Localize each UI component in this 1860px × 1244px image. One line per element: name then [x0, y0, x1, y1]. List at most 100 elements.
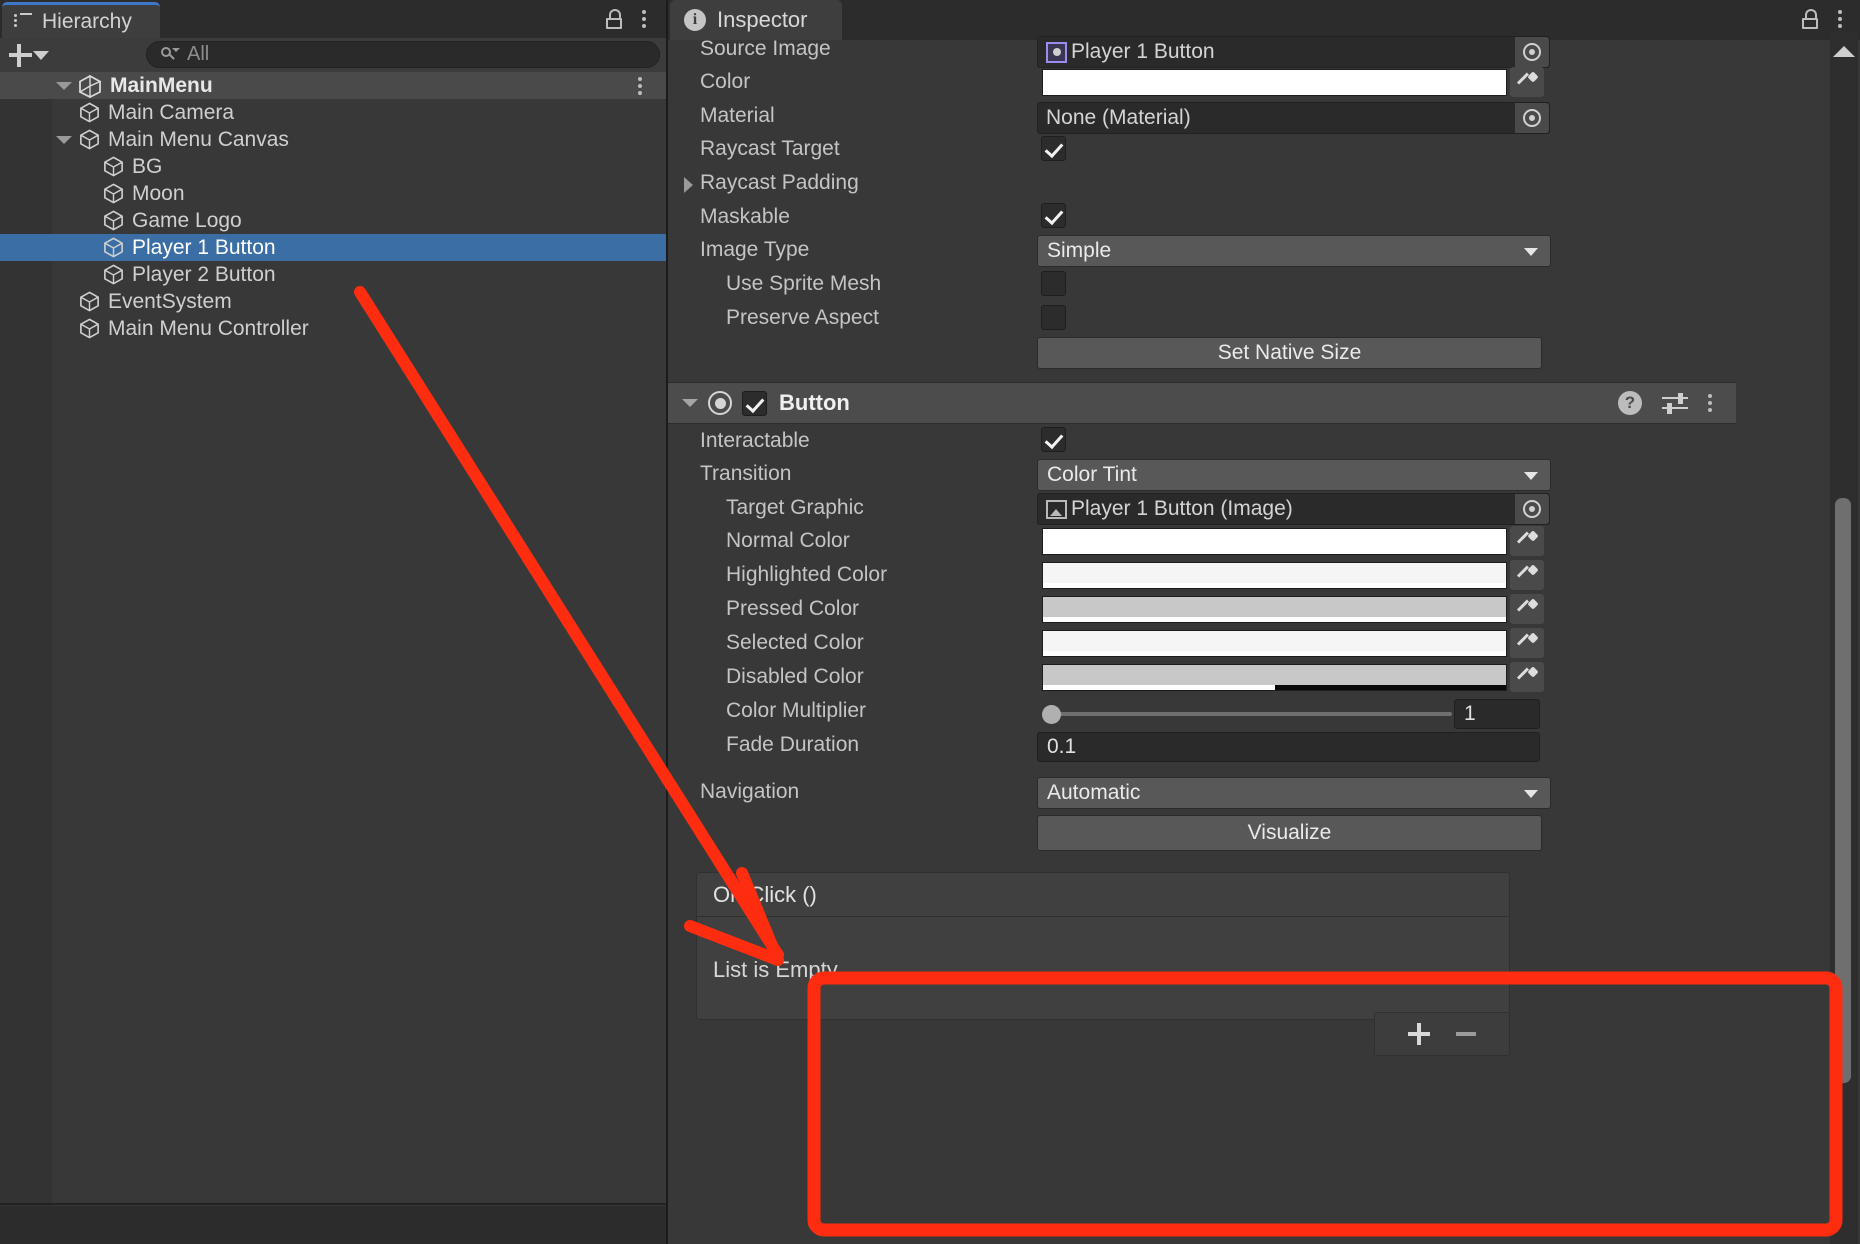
slider-track-color-multiplier[interactable] — [1047, 712, 1452, 716]
slider-knob-color-multiplier[interactable] — [1042, 705, 1061, 724]
label-normal-color: Normal Color — [726, 529, 850, 552]
color-swatch — [1043, 665, 1506, 685]
hierarchy-tree: MainMenu Main Camera Main Menu Canvas BG Mo… — [0, 72, 666, 1206]
dropdown-image-type-value: Simple — [1047, 239, 1112, 262]
eyedropper-icon[interactable] — [1510, 628, 1544, 658]
foldout-expanded-icon[interactable] — [682, 399, 698, 407]
gameobject-cube-icon — [78, 290, 101, 313]
object-picker-button[interactable] — [1515, 37, 1549, 67]
alpha-bar — [1043, 651, 1506, 656]
field-selected-color[interactable] — [1042, 630, 1507, 657]
checkbox-interactable[interactable] — [1041, 427, 1066, 452]
label-selected-color: Selected Color — [726, 631, 864, 654]
field-source-image[interactable]: Player 1 Button — [1037, 36, 1550, 68]
hierarchy-item-label: Main Camera — [108, 100, 235, 124]
dropdown-navigation[interactable]: Automatic — [1037, 777, 1551, 809]
field-material[interactable]: None (Material) — [1037, 102, 1550, 134]
object-picker-button[interactable] — [1515, 494, 1549, 524]
field-normal-color[interactable] — [1042, 528, 1507, 555]
field-color[interactable] — [1042, 69, 1507, 96]
tab-hierarchy[interactable]: Hierarchy — [2, 2, 160, 38]
checkbox-use-sprite-mesh[interactable] — [1041, 271, 1066, 296]
input-color-multiplier[interactable]: 1 — [1454, 699, 1540, 729]
hierarchy-item-main-menu-controller[interactable]: Main Menu Controller — [0, 315, 666, 342]
lock-icon[interactable] — [1802, 9, 1820, 29]
label-image-type: Image Type — [700, 238, 810, 261]
image-component-icon — [1046, 499, 1067, 519]
input-fade-duration[interactable]: 0.1 — [1037, 732, 1540, 762]
hierarchy-item-label: Main Menu Canvas — [108, 127, 289, 151]
preset-settings-icon[interactable] — [1662, 393, 1688, 414]
info-icon: i — [684, 9, 706, 31]
plus-icon — [7, 42, 32, 68]
field-target-graphic[interactable]: Player 1 Button (Image) — [1037, 493, 1550, 525]
help-icon[interactable]: ? — [1618, 391, 1642, 415]
dropdown-image-type[interactable]: Simple — [1037, 235, 1551, 267]
hierarchy-item-moon[interactable]: Moon — [0, 180, 666, 207]
foldout-collapsed-icon[interactable] — [684, 177, 693, 193]
color-swatch — [1043, 529, 1506, 549]
hierarchy-item-main-menu-canvas[interactable]: Main Menu Canvas — [0, 126, 666, 153]
gameobject-cube-icon — [102, 209, 125, 232]
color-swatch — [1043, 631, 1506, 651]
scroll-up-arrow-icon[interactable] — [1833, 46, 1855, 57]
label-source-image: Source Image — [700, 37, 831, 60]
hierarchy-item-label: Player 2 Button — [132, 262, 276, 286]
label-preserve-aspect: Preserve Aspect — [726, 306, 879, 329]
hierarchy-item-bg[interactable]: BG — [0, 153, 666, 180]
eyedropper-icon[interactable] — [1510, 594, 1544, 624]
visualize-button[interactable]: Visualize — [1037, 815, 1542, 851]
hierarchy-item-main-camera[interactable]: Main Camera — [0, 99, 666, 126]
eyedropper-icon[interactable] — [1510, 662, 1544, 692]
field-pressed-color[interactable] — [1042, 596, 1507, 623]
hierarchy-item-player-2-button[interactable]: Player 2 Button — [0, 261, 666, 288]
add-gameobject-button[interactable] — [7, 41, 49, 69]
tab-hierarchy-label: Hierarchy — [42, 9, 132, 33]
button-component-icon — [708, 391, 732, 415]
on-click-add-remove-controls — [1374, 1012, 1510, 1056]
label-color-multiplier: Color Multiplier — [726, 699, 867, 722]
kebab-menu-icon[interactable] — [1708, 393, 1714, 413]
remove-listener-button[interactable] — [1456, 1032, 1476, 1036]
inspector-scroll-thumb[interactable] — [1835, 498, 1851, 1083]
checkbox-preserve-aspect[interactable] — [1041, 305, 1066, 330]
hierarchy-item-player-1-button[interactable]: Player 1 Button — [0, 234, 666, 261]
lock-icon[interactable] — [606, 9, 624, 29]
label-navigation: Navigation — [700, 780, 800, 803]
color-swatch — [1043, 563, 1506, 583]
gameobject-cube-icon — [102, 263, 125, 286]
add-listener-button[interactable] — [1408, 1023, 1430, 1045]
field-highlighted-color[interactable] — [1042, 562, 1507, 589]
dropdown-transition[interactable]: Color Tint — [1037, 459, 1551, 491]
hierarchy-search-placeholder: All — [187, 43, 210, 65]
gameobject-cube-icon — [102, 182, 125, 205]
kebab-menu-icon[interactable] — [1838, 9, 1844, 29]
scene-kebab-menu-icon[interactable] — [638, 76, 644, 96]
hierarchy-toolbar: All — [0, 38, 666, 72]
hierarchy-tab-actions — [606, 9, 648, 29]
search-icon — [161, 46, 180, 63]
set-native-size-button[interactable]: Set Native Size — [1037, 337, 1542, 369]
eyedropper-icon[interactable] — [1510, 560, 1544, 590]
alpha-bar — [1043, 685, 1506, 690]
checkbox-button-enabled[interactable] — [742, 390, 767, 416]
field-disabled-color[interactable] — [1042, 664, 1507, 691]
foldout-expanded-icon[interactable] — [56, 81, 72, 90]
color-swatch — [1043, 597, 1506, 617]
checkbox-maskable[interactable] — [1041, 203, 1066, 228]
kebab-menu-icon[interactable] — [642, 9, 648, 29]
hierarchy-item-game-logo[interactable]: Game Logo — [0, 207, 666, 234]
object-picker-button[interactable] — [1515, 103, 1549, 133]
eyedropper-icon[interactable] — [1510, 526, 1544, 556]
hierarchy-search-input[interactable]: All — [146, 41, 660, 68]
alpha-bar — [1043, 549, 1506, 554]
hierarchy-item-eventsystem[interactable]: EventSystem — [0, 288, 666, 315]
button-component-header[interactable]: Button? — [668, 382, 1736, 424]
hierarchy-tab-bar: Hierarchy — [0, 0, 666, 38]
checkbox-raycast-target[interactable] — [1041, 136, 1066, 161]
foldout-expanded-icon[interactable] — [56, 135, 72, 144]
hierarchy-scene-row[interactable]: MainMenu — [0, 72, 666, 99]
field-source-image-value: Player 1 Button — [1071, 40, 1215, 63]
eyedropper-icon[interactable] — [1510, 67, 1544, 97]
inspector-scrollbar[interactable] — [1830, 32, 1858, 1244]
